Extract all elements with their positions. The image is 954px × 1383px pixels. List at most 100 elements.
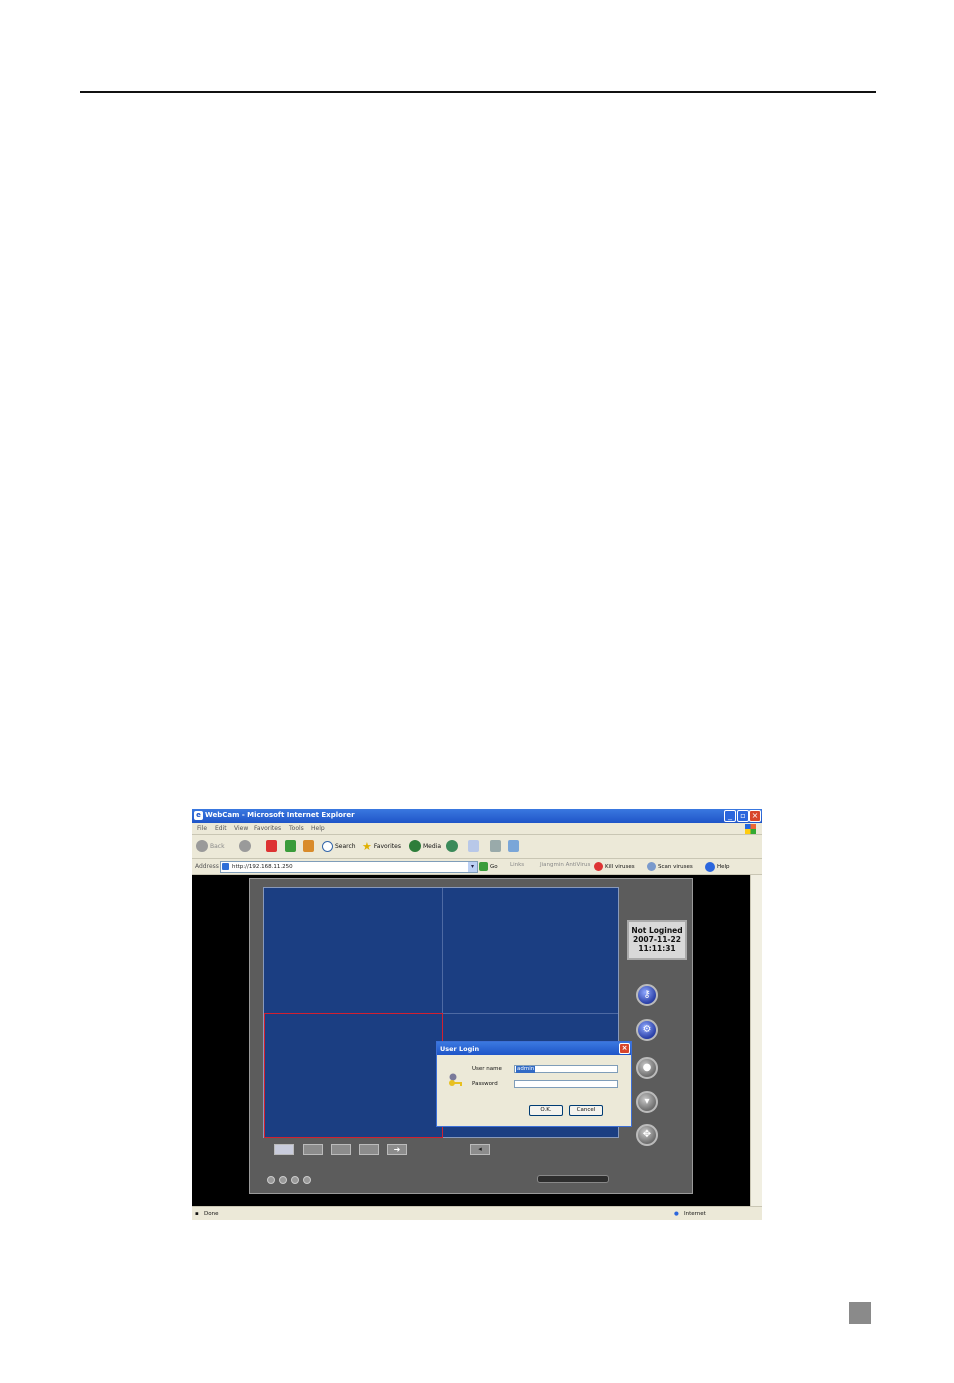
address-url: http://192.168.11.250	[232, 864, 293, 870]
forward-button[interactable]	[239, 839, 251, 853]
menu-tools[interactable]: Tools	[289, 825, 304, 832]
browser-window: e WebCam - Microsoft Internet Explorer _…	[192, 809, 762, 1220]
vertical-scrollbar[interactable]	[750, 875, 762, 1206]
chevron-down-icon[interactable]: ▾	[468, 862, 477, 872]
back-button[interactable]: Back	[196, 839, 225, 853]
layout-quad-button[interactable]	[303, 1144, 323, 1155]
menu-edit[interactable]: Edit	[215, 825, 227, 832]
volume-icon[interactable]: ◂	[470, 1144, 490, 1155]
page-dot-2[interactable]	[279, 1176, 287, 1184]
kill-viruses-button[interactable]: Kill viruses	[594, 862, 635, 871]
kill-viruses-label: Kill viruses	[605, 863, 635, 870]
media-label: Media	[423, 842, 442, 850]
antivirus-button[interactable]: Jiangmin AntiVirus	[540, 862, 590, 868]
menu-bar: File Edit View Favorites Tools Help	[192, 823, 762, 835]
menu-help[interactable]: Help	[311, 825, 325, 832]
login-key-button[interactable]: ⚷	[636, 984, 658, 1006]
record-button[interactable]: ●	[636, 1057, 658, 1079]
standard-toolbar: Back Search ★ Favorites Media	[192, 835, 762, 859]
login-status: Not Logined	[631, 926, 683, 935]
username-input[interactable]: admin	[514, 1065, 618, 1073]
go-button[interactable]: Go	[479, 862, 498, 871]
ptz-control-button[interactable]: ✥	[636, 1124, 658, 1146]
ie-icon: e	[194, 811, 203, 820]
layout-nine-button[interactable]	[331, 1144, 351, 1155]
key-icon	[449, 1073, 462, 1086]
history-button[interactable]	[446, 839, 458, 853]
snapshot-button[interactable]: ▾	[636, 1091, 658, 1113]
status-text: Done	[204, 1211, 219, 1217]
cancel-button[interactable]: Cancel	[569, 1105, 603, 1116]
maximize-button[interactable]: ▫	[737, 810, 749, 822]
page-content: Not Logined 2007-11-22 11:11:31 ⚷ ⚙ ● ▾ …	[192, 875, 750, 1206]
layout-sixteen-button[interactable]	[359, 1144, 379, 1155]
address-input[interactable]: http://192.168.11.250 ▾	[220, 861, 478, 873]
edit-button[interactable]	[508, 839, 519, 853]
stop-icon	[266, 840, 277, 852]
password-input[interactable]	[514, 1080, 618, 1088]
status-time: 11:11:31	[638, 944, 676, 953]
webcam-panel: Not Logined 2007-11-22 11:11:31 ⚷ ⚙ ● ▾ …	[249, 878, 693, 1194]
address-bar: Address http://192.168.11.250 ▾ Go Links…	[192, 859, 762, 875]
menu-favorites[interactable]: Favorites	[254, 825, 281, 832]
scan-viruses-icon	[647, 862, 656, 871]
media-button[interactable]: Media	[409, 839, 441, 853]
ok-button[interactable]: O.K.	[529, 1105, 563, 1116]
favorites-label: Favorites	[373, 842, 401, 850]
search-button[interactable]: Search	[322, 839, 356, 853]
antivirus-label: Jiangmin AntiVirus	[540, 862, 591, 868]
links-label: Links	[510, 862, 525, 868]
page-marker	[849, 1302, 871, 1324]
help-icon	[705, 862, 715, 872]
search-icon	[322, 840, 333, 852]
password-label: Password	[472, 1081, 498, 1087]
scan-viruses-button[interactable]: Scan viruses	[647, 862, 693, 871]
done-icon: ▪	[195, 1211, 199, 1217]
selected-video-channel[interactable]	[264, 1013, 443, 1138]
scan-viruses-label: Scan viruses	[658, 863, 693, 870]
edit-icon	[508, 840, 519, 852]
print-icon	[490, 840, 501, 852]
page-dot-4[interactable]	[303, 1176, 311, 1184]
login-status-box: Not Logined 2007-11-22 11:11:31	[627, 920, 687, 960]
page-dot-1[interactable]	[267, 1176, 275, 1184]
search-label: Search	[335, 842, 356, 850]
username-label: User name	[472, 1066, 502, 1072]
go-label: Go	[490, 863, 498, 870]
dialog-close-button[interactable]: ×	[619, 1043, 630, 1054]
title-bar: e WebCam - Microsoft Internet Explorer _…	[192, 809, 762, 823]
help-button[interactable]: Help	[705, 862, 730, 872]
address-label: Address	[195, 863, 219, 870]
refresh-button[interactable]	[285, 839, 296, 853]
status-date: 2007-11-22	[633, 935, 681, 944]
kill-viruses-icon	[594, 862, 603, 871]
dialog-title-bar: User Login ×	[437, 1042, 631, 1055]
favorites-button[interactable]: ★ Favorites	[362, 839, 401, 853]
mail-icon	[468, 840, 479, 852]
next-page-arrow-icon[interactable]: ➜	[387, 1144, 407, 1155]
windows-logo-icon	[745, 824, 756, 834]
volume-slider[interactable]	[537, 1175, 609, 1183]
settings-button[interactable]: ⚙	[636, 1019, 658, 1041]
go-arrow-icon	[479, 862, 488, 871]
user-login-dialog: User Login × User name admin Password O.…	[436, 1041, 632, 1127]
mail-button[interactable]	[468, 839, 479, 853]
close-button[interactable]: ×	[749, 810, 761, 822]
back-arrow-icon	[196, 840, 208, 852]
links-button[interactable]: Links	[510, 862, 524, 868]
menu-file[interactable]: File	[197, 825, 207, 832]
home-button[interactable]	[303, 839, 314, 853]
page-dot-3[interactable]	[291, 1176, 299, 1184]
page-icon	[222, 863, 229, 870]
layout-single-button[interactable]	[274, 1144, 294, 1155]
help-label: Help	[717, 864, 730, 870]
stop-button[interactable]	[266, 839, 277, 853]
menu-view[interactable]: View	[234, 825, 248, 832]
home-icon	[303, 840, 314, 852]
dialog-title: User Login	[440, 1045, 480, 1053]
print-button[interactable]	[490, 839, 501, 853]
refresh-icon	[285, 840, 296, 852]
username-value: admin	[516, 1066, 536, 1073]
minimize-button[interactable]: _	[724, 810, 736, 822]
back-label: Back	[210, 842, 225, 850]
